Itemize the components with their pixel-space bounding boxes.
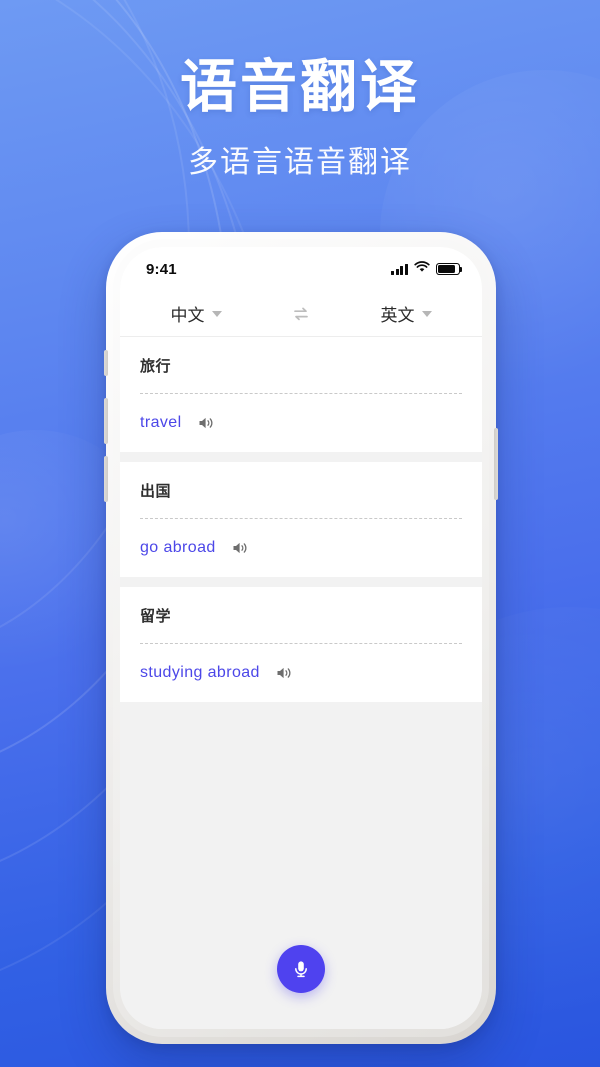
swap-arrows-icon: [294, 307, 308, 320]
microphone-icon: [295, 961, 307, 978]
phone-mockup: 9:41 中文 英文 旅行 travel 出国 go abroad 留学 stu…: [104, 232, 498, 1044]
chevron-down-icon: [421, 310, 432, 317]
microphone-record-button[interactable]: [277, 945, 325, 993]
source-text: 旅行: [140, 357, 172, 375]
signal-bars-icon: [391, 263, 408, 275]
speaker-icon[interactable]: [276, 666, 293, 680]
target-language-label: 英文: [380, 306, 415, 325]
status-time: 9:41: [146, 260, 177, 278]
language-selector-bar: 中文 英文: [120, 291, 482, 337]
speaker-icon[interactable]: [232, 541, 249, 555]
silent-switch[interactable]: [104, 350, 108, 376]
wifi-icon: [414, 260, 430, 278]
translation-card[interactable]: 出国 go abroad: [120, 462, 482, 577]
translation-list: 旅行 travel 出国 go abroad 留学 studying abroa…: [120, 337, 482, 1029]
target-row: go abroad: [140, 519, 462, 577]
page-title: 语音翻译: [180, 55, 420, 119]
swap-languages-button[interactable]: [272, 291, 330, 336]
target-text: go abroad: [140, 539, 216, 556]
translation-card[interactable]: 旅行 travel: [120, 337, 482, 452]
translation-card[interactable]: 留学 studying abroad: [120, 587, 482, 702]
volume-up-button[interactable]: [104, 398, 108, 444]
speaker-icon[interactable]: [198, 416, 215, 430]
status-icons: [391, 260, 463, 278]
status-bar: 9:41: [120, 247, 482, 291]
volume-down-button[interactable]: [104, 456, 108, 502]
source-text: 出国: [140, 482, 172, 500]
target-text: studying abroad: [140, 664, 260, 681]
battery-icon: [436, 263, 463, 275]
phone-screen: 9:41 中文 英文 旅行 travel 出国 go abroad 留学 stu…: [120, 247, 482, 1029]
chevron-down-icon: [211, 310, 222, 317]
target-text: travel: [140, 414, 182, 431]
power-button[interactable]: [494, 428, 498, 500]
mic-area: [120, 909, 482, 1029]
source-text: 留学: [140, 607, 172, 625]
target-language-picker[interactable]: 英文: [330, 291, 482, 336]
source-language-picker[interactable]: 中文: [120, 291, 272, 336]
page-subtitle: 多语言语音翻译: [188, 145, 412, 179]
source-language-label: 中文: [170, 306, 205, 325]
target-row: studying abroad: [140, 644, 462, 702]
promo-header: 语音翻译 多语言语音翻译: [0, 0, 600, 181]
target-row: travel: [140, 394, 462, 452]
